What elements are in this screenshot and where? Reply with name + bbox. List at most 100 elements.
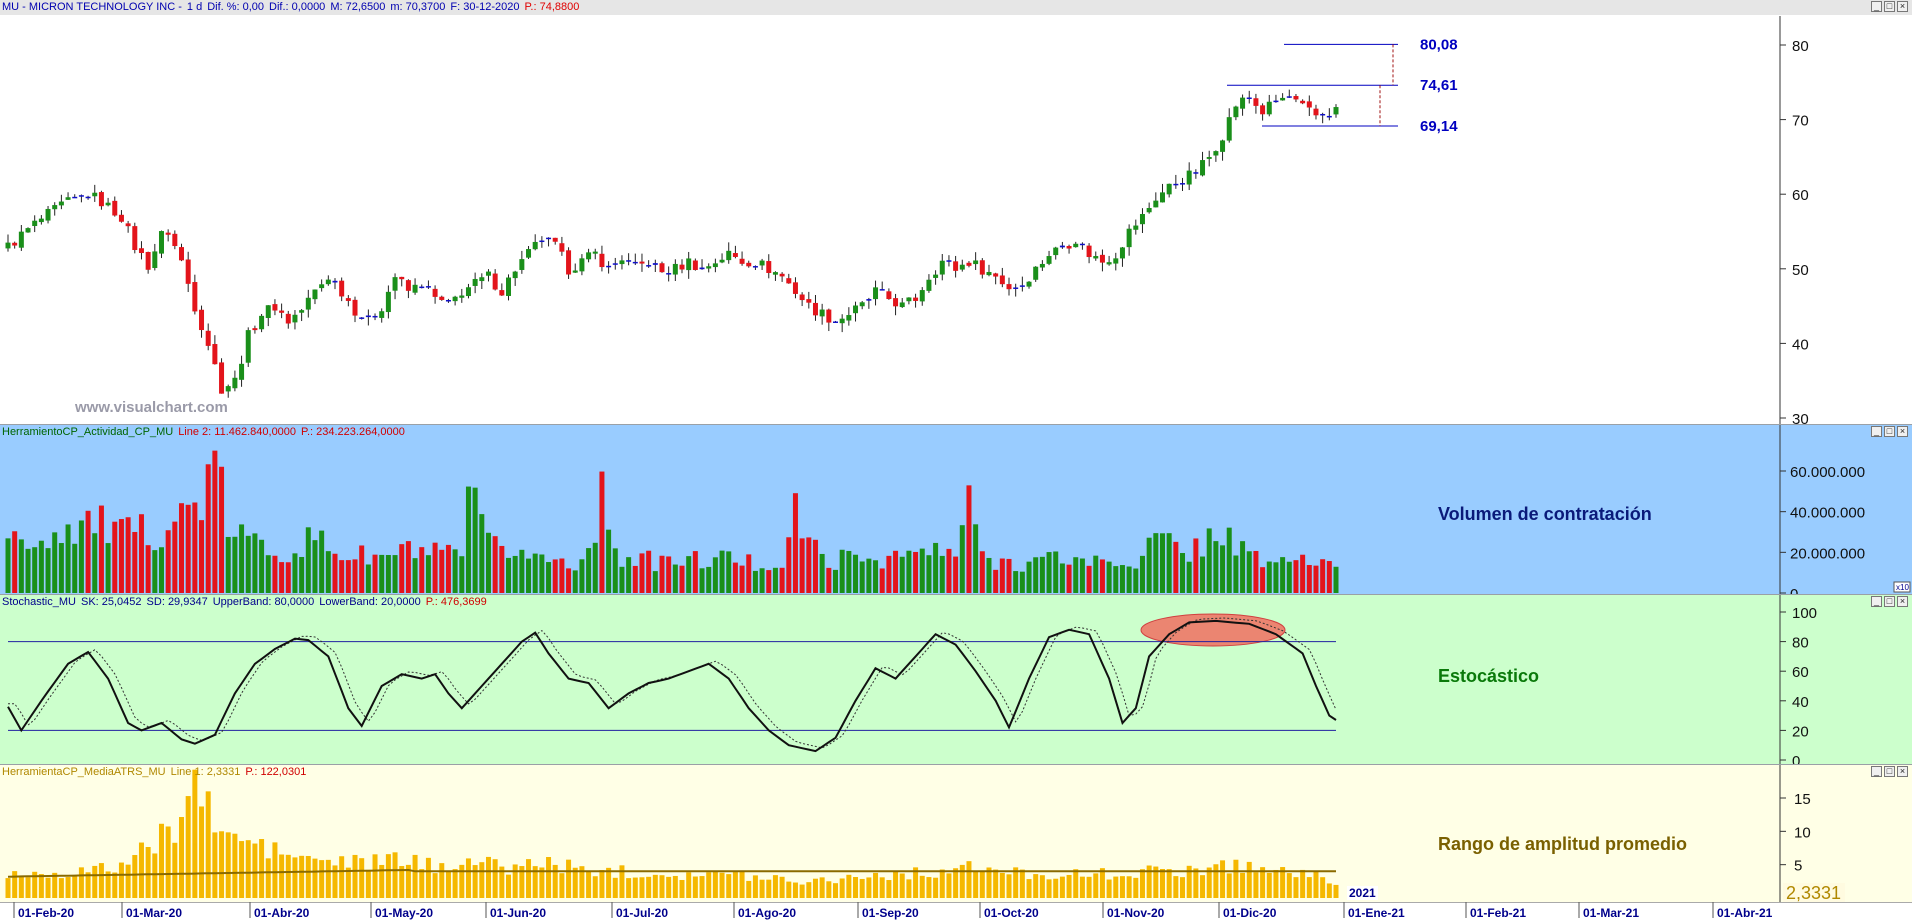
close-icon[interactable]: × — [1897, 426, 1908, 437]
atr-bar — [212, 832, 218, 898]
candle-body — [806, 299, 812, 303]
atr-bar — [839, 878, 845, 898]
candle-body — [98, 192, 104, 207]
candle-body — [499, 290, 505, 296]
atr-panel[interactable]: HerramientaCP_MediaATRS_MU Line 1: 2,3331… — [0, 765, 1912, 902]
stochastic-chart[interactable]: 0 20 40 60 80 100 — [0, 595, 1912, 765]
atr-bar — [325, 859, 331, 898]
atr-bar — [719, 872, 725, 898]
volume-bar — [579, 559, 585, 593]
restore-icon[interactable]: □ — [1884, 766, 1895, 777]
atr-bar — [879, 877, 885, 898]
volume-panel[interactable]: HerramientoCP_Actividad_CP_MU Line 2: 11.… — [0, 425, 1912, 595]
volume-bar — [532, 553, 538, 593]
candle-body — [1159, 192, 1165, 203]
atr-bar — [1046, 879, 1052, 898]
minimize-icon[interactable]: _ — [1871, 766, 1882, 777]
atr-bar — [439, 863, 445, 898]
volume-bar — [999, 558, 1005, 593]
volume-bar — [1039, 556, 1045, 593]
volume-bar — [766, 570, 772, 593]
candle-body — [612, 263, 618, 265]
volume-bar — [886, 555, 892, 593]
volume-bar — [312, 540, 318, 593]
volume-bar — [719, 550, 725, 593]
atr-bar — [158, 823, 164, 898]
candle-body — [299, 310, 305, 313]
restore-icon[interactable]: □ — [1884, 596, 1895, 607]
candle-body — [125, 223, 131, 227]
atr-bar — [165, 826, 171, 898]
candle-body — [259, 315, 265, 330]
atr-bar — [18, 876, 24, 898]
atr-bar — [706, 872, 712, 898]
candle-body — [105, 202, 111, 206]
volume-bar — [539, 554, 545, 593]
atr-bar — [1053, 878, 1059, 898]
candle-body — [546, 237, 552, 240]
close-icon[interactable]: × — [1897, 596, 1908, 607]
price-chart[interactable]: 30 40 50 60 70 80 80,08 74,61 69,14 www.visualc… — [0, 0, 1912, 425]
volume-bar — [152, 550, 158, 593]
volume-bar — [1113, 566, 1119, 593]
candle-body — [899, 302, 905, 308]
volume-bar — [626, 557, 632, 593]
volume-bar — [953, 556, 959, 593]
volume-bar — [799, 538, 805, 593]
atr-bar — [632, 877, 638, 898]
volume-bar — [592, 542, 598, 593]
atr-bar — [239, 841, 245, 898]
candle-body — [1093, 256, 1099, 259]
minimize-icon[interactable]: _ — [1871, 1, 1882, 12]
stochastic-panel[interactable]: Stochastic_MU SK: 25,0452 SD: 29,9347 Upper… — [0, 595, 1912, 765]
candle-body — [445, 300, 451, 302]
candle-body — [138, 248, 144, 254]
minimize-icon[interactable]: _ — [1871, 426, 1882, 437]
atr-bar — [766, 879, 772, 898]
volume-bar — [1139, 555, 1145, 593]
candle-body — [185, 259, 191, 284]
volume-bar — [646, 550, 652, 593]
restore-icon[interactable]: □ — [1884, 1, 1895, 12]
volume-bar — [746, 554, 752, 593]
candle-body — [152, 251, 158, 269]
candle-body — [599, 253, 605, 268]
volume-bar — [58, 543, 64, 593]
atr-bar — [726, 874, 732, 898]
candle-body — [566, 250, 572, 275]
volume-bar — [485, 532, 491, 593]
minimize-icon[interactable]: _ — [1871, 596, 1882, 607]
candle-body — [1246, 97, 1252, 100]
candle-body — [832, 321, 838, 323]
candle-body — [532, 241, 538, 250]
atr-bar — [646, 876, 652, 898]
volume-bar — [292, 553, 298, 593]
restore-icon[interactable]: □ — [1884, 426, 1895, 437]
atr-bar — [1106, 879, 1112, 898]
volume-line-value: Line 2: 11.462.840,0000 — [178, 426, 297, 438]
atr-title: Rango de amplitud promedio — [1438, 834, 1688, 854]
candle-body — [1273, 100, 1279, 103]
close-icon[interactable]: × — [1897, 766, 1908, 777]
close-icon[interactable]: × — [1897, 1, 1908, 12]
date-label: 01-Dic-20 — [1223, 906, 1277, 920]
atr-bar — [1033, 874, 1039, 898]
price-y-axis: 30 40 50 60 70 80 — [1780, 38, 1809, 424]
candle-body — [25, 228, 31, 233]
candle-body — [1286, 96, 1292, 98]
volume-tick-label: 60.000.000 — [1790, 464, 1865, 481]
volume-bar — [85, 510, 91, 593]
volume-bar — [839, 549, 845, 593]
volume-bar — [172, 521, 178, 593]
volume-bar — [1166, 533, 1172, 593]
watermark-text: www.visualchart.com — [74, 399, 228, 416]
volume-bar — [786, 537, 792, 593]
candle-body — [539, 240, 545, 243]
price-panel[interactable]: MU - MICRON TECHNOLOGY INC - 1 d Dif. %: 0… — [0, 0, 1912, 425]
atr-bar — [118, 862, 124, 898]
volume-bar — [225, 536, 231, 593]
atr-bar — [832, 883, 838, 898]
volume-bar — [439, 549, 445, 593]
atr-tick-label: 15 — [1794, 791, 1811, 808]
stochastic-title: Estocástico — [1438, 666, 1540, 686]
